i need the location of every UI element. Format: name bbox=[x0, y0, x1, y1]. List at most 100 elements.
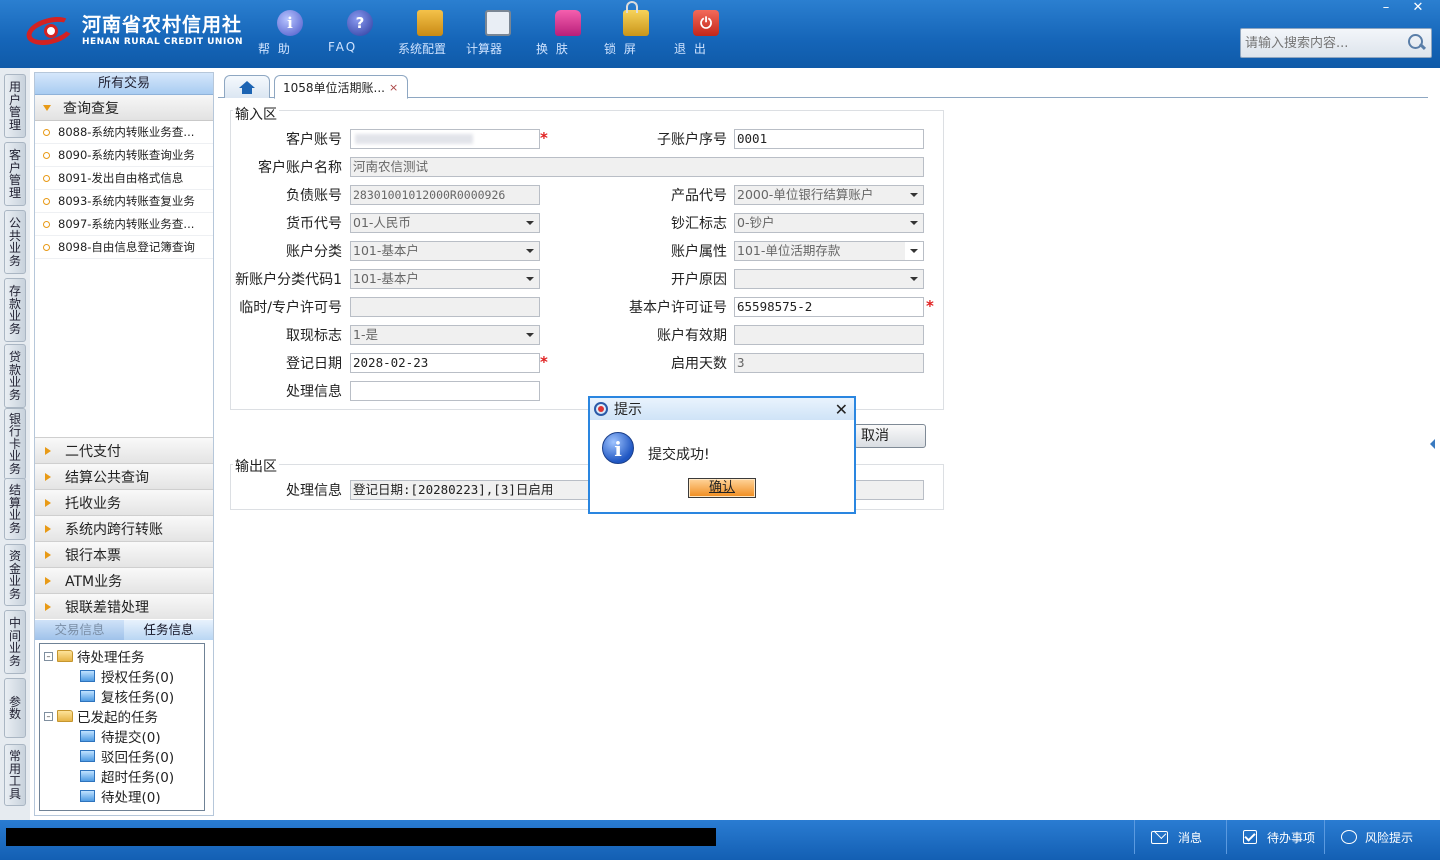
tree-node-timeout[interactable]: 超时任务(0) bbox=[40, 766, 204, 786]
calculator-button[interactable]: 计算器 bbox=[466, 10, 530, 56]
lock-icon bbox=[623, 1, 649, 36]
product-code-select[interactable]: 2000-单位银行结算账户 bbox=[734, 185, 924, 205]
chevron-down-icon[interactable] bbox=[905, 270, 923, 288]
skin-button[interactable]: 换 肤 bbox=[536, 10, 600, 56]
section-collection[interactable]: 托收业务 bbox=[35, 489, 213, 515]
temp-license-field[interactable] bbox=[350, 297, 540, 317]
label-open-reason: 开户原因 bbox=[671, 272, 727, 288]
tab-transaction-info[interactable]: 交易信息 bbox=[35, 620, 124, 640]
home-icon bbox=[239, 80, 255, 94]
tab-task-info[interactable]: 任务信息 bbox=[124, 620, 213, 640]
vtab-loan-business[interactable]: 贷款业务 bbox=[4, 344, 26, 408]
active-days-field[interactable]: 3 bbox=[734, 353, 924, 373]
account-validity-field[interactable] bbox=[734, 325, 924, 345]
liability-account-field[interactable]: 28301001012000R0000926 bbox=[350, 185, 540, 205]
chevron-down-icon[interactable] bbox=[521, 242, 539, 260]
account-category-select[interactable]: 101-基本户 bbox=[350, 241, 540, 261]
faq-icon: ? bbox=[347, 10, 373, 36]
sub-account-no-field[interactable]: 0001 bbox=[734, 129, 924, 149]
close-window-button[interactable]: ✕ bbox=[1402, 0, 1434, 18]
chevron-down-icon[interactable] bbox=[905, 214, 923, 232]
cancel-button[interactable]: 取消 bbox=[854, 424, 926, 448]
bullet-icon bbox=[43, 128, 50, 136]
search-input[interactable] bbox=[1245, 35, 1405, 51]
minimize-button[interactable]: – bbox=[1370, 0, 1402, 18]
vtab-common-tools[interactable]: 常用工具 bbox=[4, 744, 26, 806]
settings-button[interactable]: 系统配置 bbox=[398, 10, 462, 56]
new-category-code-select[interactable]: 101-基本户 bbox=[350, 269, 540, 289]
collapse-icon[interactable]: – bbox=[44, 651, 53, 661]
transaction-item[interactable]: 8098-自由信息登记簿查询 bbox=[35, 236, 213, 259]
transaction-item[interactable]: 8091-发出自由格式信息 bbox=[35, 167, 213, 190]
lock-screen-button[interactable]: 锁 屏 bbox=[604, 1, 668, 56]
vtab-bank-card-business[interactable]: 银行卡业务 bbox=[4, 408, 26, 480]
transaction-item[interactable]: 8097-系统内转账业务查... bbox=[35, 213, 213, 236]
tree-node-rejected[interactable]: 驳回任务(0) bbox=[40, 746, 204, 766]
tree-node-to-submit[interactable]: 待提交(0) bbox=[40, 726, 204, 746]
vtab-parameters[interactable]: 参数 bbox=[4, 678, 26, 738]
close-tab-icon[interactable]: × bbox=[389, 81, 398, 94]
section-cashier-check[interactable]: 银行本票 bbox=[35, 541, 213, 567]
bullet-icon bbox=[43, 197, 50, 205]
vtab-intermediate-business[interactable]: 中间业务 bbox=[4, 610, 26, 674]
close-icon[interactable]: ✕ bbox=[835, 400, 848, 419]
calculator-icon bbox=[485, 10, 511, 36]
section-atm[interactable]: ATM业务 bbox=[35, 567, 213, 593]
vtab-customer-management[interactable]: 客户管理 bbox=[4, 142, 26, 206]
section-unionpay-error[interactable]: 银联差错处理 bbox=[35, 593, 213, 619]
basic-license-field[interactable]: 65598575-2 bbox=[734, 297, 924, 317]
section-query-reply[interactable]: 查询查复 bbox=[35, 95, 213, 121]
vtab-settlement-business[interactable]: 结算业务 bbox=[4, 478, 26, 540]
tree-node-to-process[interactable]: 待处理(0) bbox=[40, 786, 204, 806]
transaction-item[interactable]: 8093-系统内转账查复业务 bbox=[35, 190, 213, 213]
tree-node-initiated[interactable]: – 已发起的任务 bbox=[40, 706, 204, 726]
process-info-field[interactable] bbox=[350, 381, 540, 401]
home-tab[interactable] bbox=[224, 75, 270, 98]
withdraw-flag-select[interactable]: 1-是 bbox=[350, 325, 540, 345]
vtab-public-business[interactable]: 公共业务 bbox=[4, 210, 26, 274]
vtab-deposit-business[interactable]: 存款业务 bbox=[4, 278, 26, 342]
currency-select[interactable]: 01-人民币 bbox=[350, 213, 540, 233]
chevron-down-icon[interactable] bbox=[521, 270, 539, 288]
faq-button[interactable]: ? FAQ bbox=[328, 10, 392, 54]
transaction-item[interactable]: 8090-系统内转账查询业务 bbox=[35, 144, 213, 167]
faq-label: FAQ bbox=[328, 40, 358, 54]
label-output-process-info: 处理信息 bbox=[286, 483, 342, 499]
register-date-field[interactable]: 2028-02-23 bbox=[350, 353, 540, 373]
vtab-user-management[interactable]: 用户管理 bbox=[4, 74, 26, 138]
account-no-field[interactable] bbox=[350, 129, 540, 149]
dialog-titlebar: 提示 ✕ bbox=[590, 398, 854, 420]
confirm-button[interactable]: 确认 bbox=[688, 478, 756, 498]
chevron-down-icon[interactable] bbox=[521, 326, 539, 344]
chevron-down-icon[interactable] bbox=[521, 214, 539, 232]
chevron-down-icon[interactable] bbox=[905, 186, 923, 204]
messages-button[interactable]: 消息 bbox=[1134, 820, 1226, 854]
account-attr-select[interactable]: 101-单位活期存款 bbox=[734, 241, 924, 261]
task-icon bbox=[80, 730, 95, 742]
cash-flag-select[interactable]: 0-钞户 bbox=[734, 213, 924, 233]
tree-node-authorize[interactable]: 授权任务(0) bbox=[40, 666, 204, 686]
exit-button[interactable]: ⏻ 退 出 bbox=[674, 10, 738, 56]
collapsed-arrow-icon bbox=[45, 550, 51, 559]
tree-node-pending[interactable]: – 待处理任务 bbox=[40, 646, 204, 666]
section-settlement-query[interactable]: 结算公共查询 bbox=[35, 463, 213, 489]
section-interbank-transfer[interactable]: 系统内跨行转账 bbox=[35, 515, 213, 541]
search-icon[interactable] bbox=[1405, 32, 1427, 54]
help-button[interactable]: i 帮 助 bbox=[258, 10, 322, 56]
todo-button[interactable]: 待办事项 bbox=[1226, 820, 1324, 854]
label-sub-account-no: 子账户序号 bbox=[657, 132, 727, 148]
window-controls: – ✕ bbox=[1370, 0, 1434, 18]
tree-node-review[interactable]: 复核任务(0) bbox=[40, 686, 204, 706]
chevron-down-icon[interactable] bbox=[905, 242, 923, 260]
collapse-icon[interactable]: – bbox=[44, 711, 53, 721]
status-text-area bbox=[6, 828, 716, 846]
exit-label: 退 出 bbox=[674, 42, 708, 56]
open-reason-select[interactable] bbox=[734, 269, 924, 289]
transaction-item[interactable]: 8088-系统内转账业务查... bbox=[35, 121, 213, 144]
tab-1058-account[interactable]: 1058单位活期账... × bbox=[274, 75, 408, 99]
risk-alert-button[interactable]: 风险提示 bbox=[1324, 820, 1436, 854]
account-name-field[interactable]: 河南农信测试 bbox=[350, 157, 924, 177]
collapse-panel-icon[interactable] bbox=[1430, 430, 1436, 458]
vtab-fund-business[interactable]: 资金业务 bbox=[4, 544, 26, 606]
section-second-gen-payment[interactable]: 二代支付 bbox=[35, 437, 213, 463]
